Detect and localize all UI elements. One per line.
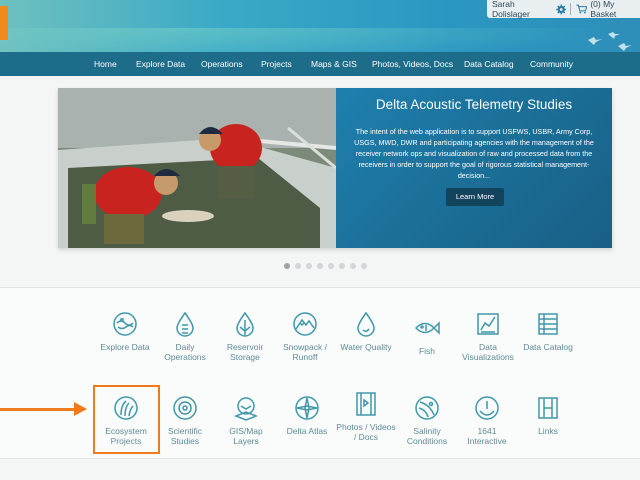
- tile-data-visualizations[interactable]: Data Visualizations: [458, 311, 518, 362]
- tile-label: Salinity Conditions: [406, 426, 448, 446]
- carousel-dot[interactable]: [339, 263, 345, 269]
- nav-explore-data[interactable]: Explore Data: [136, 52, 185, 76]
- highlight-box: [93, 385, 160, 454]
- tile-salinity-conditions[interactable]: Salinity Conditions: [397, 395, 457, 446]
- tile-reservoir-storage[interactable]: Reservoir Storage: [215, 311, 275, 362]
- basket-link[interactable]: (0) My Basket: [590, 0, 640, 19]
- main-nav: Home Explore Data Operations Projects Ma…: [0, 52, 640, 76]
- nav-data-catalog[interactable]: Data Catalog: [464, 52, 514, 76]
- tile-label: Explore Data: [100, 342, 150, 352]
- nav-home[interactable]: Home: [94, 52, 117, 76]
- tile-daily-operations[interactable]: Daily Operations: [155, 311, 215, 362]
- data-visualizations-icon: [477, 313, 499, 335]
- cart-icon[interactable]: [576, 4, 588, 14]
- data-catalog-icon: [538, 313, 558, 335]
- site-header: Sarah Dolislager (0) My Basket: [0, 0, 640, 52]
- tile-gis-map-layers[interactable]: GIS/Map Layers: [216, 395, 276, 446]
- carousel-dot[interactable]: [284, 263, 290, 269]
- scientific-studies-icon: [173, 396, 197, 420]
- photos-videos-docs-icon: [356, 392, 376, 416]
- tile-label: Photos / Videos / Docs: [336, 422, 396, 442]
- salinity-conditions-icon: [415, 396, 439, 420]
- tile-fish[interactable]: Fish: [397, 315, 457, 356]
- boat-photo-illustration: [58, 88, 336, 248]
- section-divider: [0, 458, 640, 459]
- tile-snowpack-runoff[interactable]: Snowpack / Runoff: [275, 311, 335, 362]
- tile-label: 1641 Interactive: [467, 426, 507, 446]
- slide-panel: Delta Acoustic Telemetry Studies The int…: [336, 88, 612, 248]
- user-name[interactable]: Sarah Dolislager: [492, 0, 552, 19]
- tile-photos-videos-docs[interactable]: Photos / Videos / Docs: [336, 391, 396, 442]
- tile-label: GIS/Map Layers: [229, 426, 263, 446]
- carousel-dot[interactable]: [295, 263, 301, 269]
- reservoir-storage-icon: [236, 311, 254, 337]
- tile-water-quality[interactable]: Water Quality: [336, 311, 396, 352]
- water-quality-icon: [357, 311, 375, 337]
- tile-label: Fish: [418, 346, 436, 356]
- gear-icon[interactable]: [555, 4, 566, 15]
- tile-label: Scientific Studies: [167, 426, 202, 446]
- tile-links[interactable]: Links: [518, 395, 578, 436]
- carousel-dots: [284, 263, 367, 269]
- annotation-arrow-head: [74, 402, 87, 416]
- birds-decoration: [588, 32, 632, 51]
- carousel-dot[interactable]: [306, 263, 312, 269]
- learn-more-button[interactable]: Learn More: [446, 188, 504, 206]
- carousel-dot[interactable]: [350, 263, 356, 269]
- carousel-dot[interactable]: [317, 263, 323, 269]
- nav-projects[interactable]: Projects: [261, 52, 292, 76]
- tile-label: Links: [538, 426, 558, 436]
- user-bar: Sarah Dolislager (0) My Basket: [487, 0, 640, 19]
- tile-label: Data Visualizations: [462, 342, 514, 362]
- user-bar-divider: [569, 3, 571, 15]
- tile-data-catalog[interactable]: Data Catalog: [518, 311, 578, 352]
- tile-label: Delta Atlas: [286, 426, 328, 436]
- annotation-arrow-shaft: [0, 408, 76, 411]
- gis-map-layers-icon: [233, 397, 259, 421]
- daily-operations-icon: [176, 311, 194, 337]
- explore-data-icon: [113, 312, 137, 336]
- delta-atlas-icon: [295, 396, 319, 420]
- nav-community[interactable]: Community: [530, 52, 573, 76]
- slide-body: The intent of the web application is to …: [354, 127, 594, 180]
- carousel-dot[interactable]: [328, 263, 334, 269]
- tile-delta-atlas[interactable]: Delta Atlas: [277, 395, 337, 436]
- tile-explore-data[interactable]: Explore Data: [95, 311, 155, 352]
- snowpack-runoff-icon: [293, 312, 317, 336]
- slide-title: Delta Acoustic Telemetry Studies: [375, 97, 573, 112]
- nav-operations[interactable]: Operations: [201, 52, 243, 76]
- tile-scientific-studies[interactable]: Scientific Studies: [155, 395, 215, 446]
- hero-carousel: Delta Acoustic Telemetry Studies The int…: [58, 88, 612, 248]
- tile-label: Reservoir Storage: [226, 342, 264, 362]
- header-wave: [0, 28, 640, 52]
- tile-label: Water Quality: [340, 342, 392, 352]
- tile-1641-interactive[interactable]: 1641 Interactive: [457, 395, 517, 446]
- carousel-dot[interactable]: [361, 263, 367, 269]
- site-logo[interactable]: [0, 6, 8, 40]
- fish-icon: [414, 321, 440, 335]
- tile-label: Data Catalog: [523, 342, 573, 352]
- tile-label: Daily Operations: [164, 342, 206, 362]
- slide-photo: [58, 88, 336, 248]
- links-icon: [538, 397, 558, 419]
- nav-photos-videos-docs[interactable]: Photos, Videos, Docs: [372, 52, 453, 76]
- interactive-1641-icon: [475, 396, 499, 420]
- tile-label: Snowpack / Runoff: [283, 342, 327, 362]
- nav-maps-gis[interactable]: Maps & GIS: [311, 52, 357, 76]
